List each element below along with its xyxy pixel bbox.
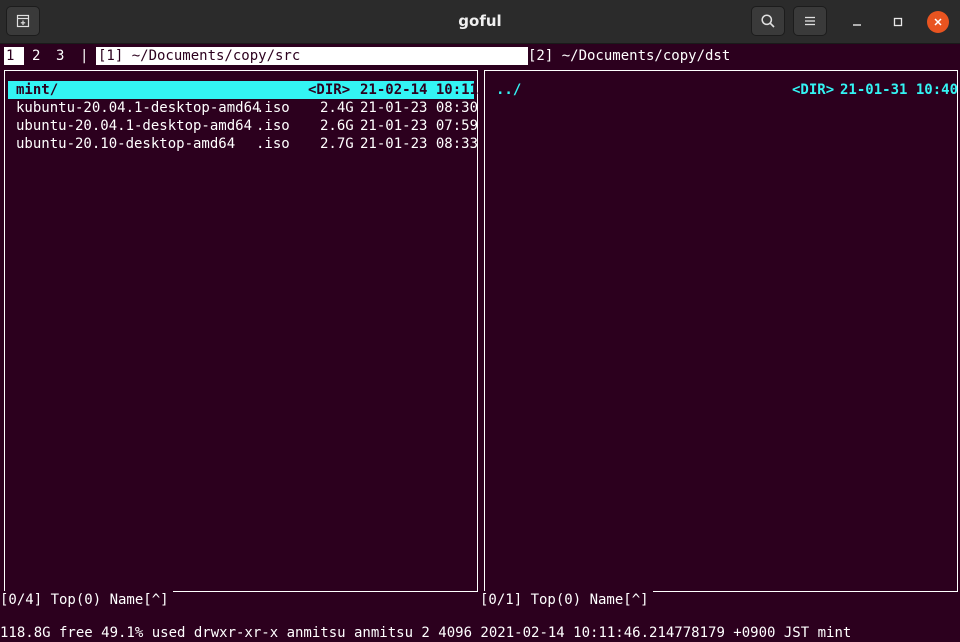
window-titlebar: goful bbox=[0, 0, 960, 44]
pane-1-path-header[interactable]: [1] ~/Documents/copy/src bbox=[96, 47, 528, 65]
file-date: 21-01-31 10:40 bbox=[840, 82, 959, 98]
search-button[interactable] bbox=[751, 6, 785, 36]
file-name: kubuntu-20.04.1-desktop-amd64 bbox=[16, 100, 261, 116]
hamburger-menu-icon bbox=[805, 16, 815, 26]
file-date: 21-01-23 07:59 bbox=[360, 118, 479, 134]
file-row[interactable]: ../ <DIR> 21-01-31 10:40 bbox=[488, 81, 958, 99]
file-row[interactable]: kubuntu-20.04.1-desktop-amd64 .iso 2.4G … bbox=[8, 99, 478, 117]
file-row[interactable]: ubuntu-20.04.1-desktop-amd64 .iso 2.6G 2… bbox=[8, 117, 478, 135]
tab-3[interactable]: 3 bbox=[56, 47, 64, 65]
file-row[interactable]: ubuntu-20.10-desktop-amd64 .iso 2.7G 21-… bbox=[8, 135, 478, 153]
file-size: 2.6G bbox=[320, 118, 354, 134]
right-file-pane[interactable]: ../ <DIR> 21-01-31 10:40 bbox=[484, 70, 958, 592]
minimize-button[interactable] bbox=[846, 11, 868, 33]
file-size: 2.7G bbox=[320, 136, 354, 152]
minimize-icon bbox=[853, 24, 861, 26]
file-size: <DIR> bbox=[308, 82, 351, 98]
file-name: ../ bbox=[496, 82, 522, 98]
file-date: 21-02-14 10:11 bbox=[360, 82, 479, 98]
tab-separator: | bbox=[80, 48, 89, 64]
tab-header-row: 1 2 3 | [1] ~/Documents/copy/src [2] ~/D… bbox=[0, 47, 960, 65]
file-name: ubuntu-20.04.1-desktop-amd64 bbox=[16, 118, 253, 134]
pane-2-path-header[interactable]: [2] ~/Documents/copy/dst bbox=[528, 47, 730, 65]
file-ext: .iso bbox=[256, 100, 290, 116]
file-name: ubuntu-20.10-desktop-amd64 bbox=[16, 136, 236, 152]
menu-button[interactable] bbox=[793, 6, 827, 36]
file-size: <DIR> bbox=[792, 82, 835, 98]
file-date: 21-01-23 08:30 bbox=[360, 100, 479, 116]
file-size: 2.4G bbox=[320, 100, 354, 116]
tab-1[interactable]: 1 bbox=[4, 47, 24, 65]
file-ext: .iso bbox=[256, 118, 290, 134]
maximize-icon bbox=[893, 17, 903, 27]
close-icon bbox=[934, 18, 942, 26]
file-row-cursor[interactable]: mint/ <DIR> 21-02-14 10:11 bbox=[8, 81, 478, 99]
maximize-button[interactable] bbox=[887, 11, 909, 33]
tab-2[interactable]: 2 bbox=[32, 47, 40, 65]
right-pane-status: [0/1] Top(0) Name[^] bbox=[480, 591, 653, 609]
search-icon bbox=[761, 14, 775, 28]
file-info-footer: 118.8G free 49.1% used drwxr-xr-x anmits… bbox=[0, 625, 852, 641]
file-date: 21-01-23 08:33 bbox=[360, 136, 479, 152]
left-file-pane[interactable]: mint/ <DIR> 21-02-14 10:11 kubuntu-20.04… bbox=[4, 70, 478, 592]
file-ext: .iso bbox=[256, 136, 290, 152]
file-name: mint/ bbox=[16, 82, 59, 98]
close-button[interactable] bbox=[927, 11, 949, 33]
left-pane-status: [0/4] Top(0) Name[^] bbox=[0, 591, 173, 609]
